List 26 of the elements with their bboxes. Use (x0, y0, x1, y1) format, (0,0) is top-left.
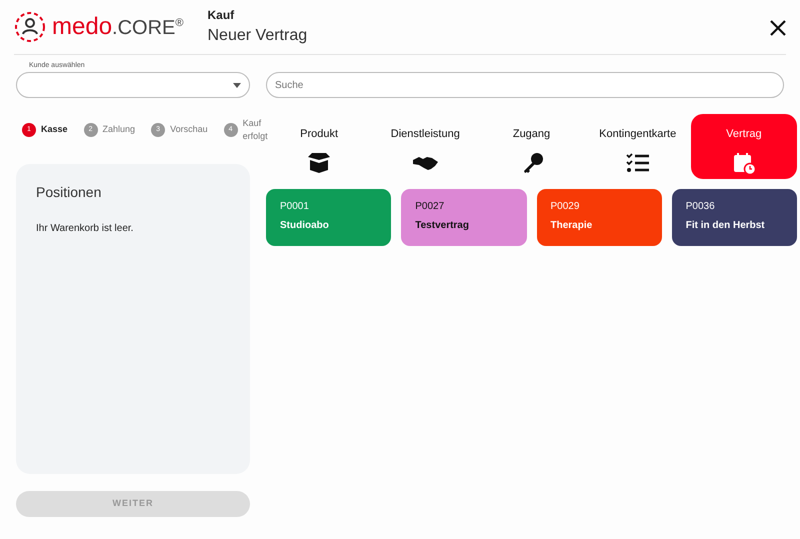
product-tile[interactable]: P0027 Testvertrag (401, 189, 526, 246)
product-tile[interactable]: P0029 Therapie (536, 189, 662, 246)
product-tile[interactable]: P0036 Fit in den Herbst (672, 189, 797, 246)
section-label: Kauf (208, 7, 236, 24)
empty-cart-message: Ihr Warenkorb ist leer. (36, 222, 134, 236)
step-label: Vorschau (170, 123, 208, 136)
box-icon (306, 150, 332, 174)
logo-text: medo (52, 13, 112, 40)
category-tab[interactable]: Dienstleistung (372, 114, 478, 179)
logo-text: .CORE (112, 17, 176, 39)
registered-mark: ® (175, 17, 184, 29)
logo-icon (14, 11, 46, 43)
step-label: Kasse (41, 123, 68, 136)
checklist-icon (624, 150, 651, 174)
close-icon[interactable] (770, 18, 786, 36)
dropdown-caret-icon (233, 83, 241, 88)
step-label: Kauf erfolgt (242, 117, 269, 143)
search-field[interactable]: Suche (266, 72, 784, 98)
category-tab[interactable]: Kontingentkarte (584, 114, 691, 179)
category-tab[interactable]: Zugang (478, 114, 585, 179)
product-tile[interactable]: P0001 Studioabo (266, 189, 392, 246)
page-title: Neuer Vertrag (208, 26, 308, 46)
category-tab[interactable]: Vertrag (690, 114, 798, 179)
panel-title: Positionen (36, 183, 102, 202)
category-tab[interactable]: Produkt (266, 114, 372, 179)
step-label: Zahlung (102, 123, 136, 136)
